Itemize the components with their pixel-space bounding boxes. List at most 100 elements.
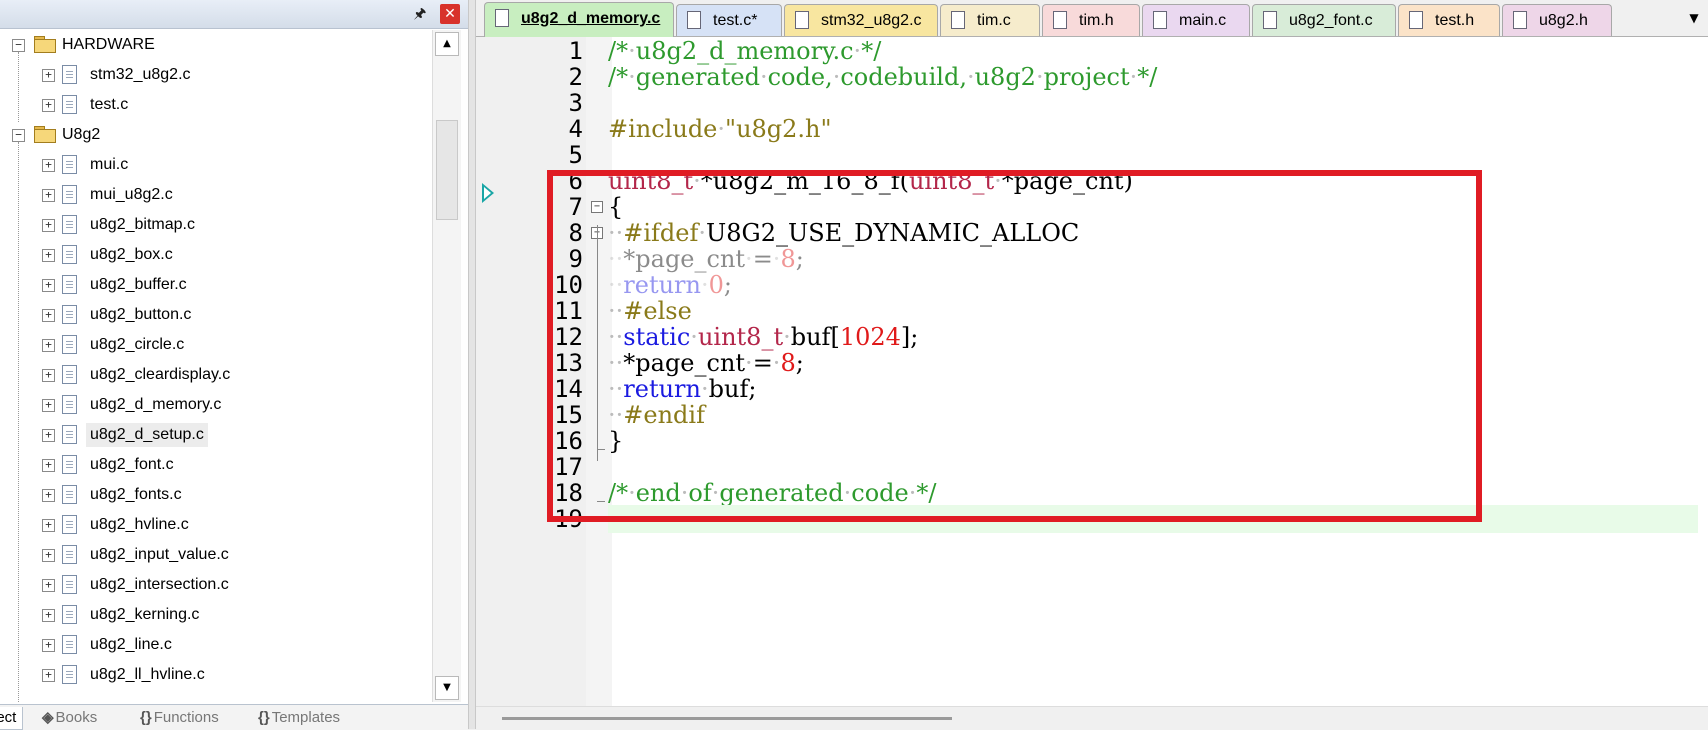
tree-file[interactable]: + stm32_u8g2.c bbox=[0, 60, 432, 90]
expand-icon[interactable]: + bbox=[42, 429, 55, 442]
expand-icon[interactable]: + bbox=[42, 189, 55, 202]
tree-connector bbox=[18, 52, 19, 122]
expand-icon[interactable]: + bbox=[42, 669, 55, 682]
expand-icon[interactable]: + bbox=[42, 489, 55, 502]
editor-tab[interactable]: tim.c bbox=[940, 4, 1040, 36]
vertical-scrollbar[interactable]: ▲ ▼ bbox=[432, 30, 461, 702]
pin-icon[interactable]: 🖈︎ bbox=[410, 4, 430, 24]
expand-icon[interactable]: + bbox=[42, 519, 55, 532]
file-icon bbox=[62, 65, 77, 84]
tree-file[interactable]: + u8g2_ll_hvline.c bbox=[0, 660, 432, 690]
tree-file[interactable]: + mui_u8g2.c bbox=[0, 180, 432, 210]
tree-item-label: u8g2_box.c bbox=[90, 246, 173, 263]
expand-icon[interactable]: + bbox=[42, 279, 55, 292]
tree-file[interactable]: + u8g2_circle.c bbox=[0, 330, 432, 360]
scroll-thumb[interactable] bbox=[436, 120, 458, 220]
line-number: 3 bbox=[568, 89, 583, 117]
editor-tab[interactable]: u8g2_font.c bbox=[1252, 4, 1396, 36]
code-line-1: /*·u8g2_d_memory.c·*/ bbox=[608, 37, 882, 65]
tab-project[interactable]: ject bbox=[0, 707, 24, 730]
expand-icon[interactable]: + bbox=[42, 459, 55, 472]
line-number-gutter: 1 2 3 4 5 6 7 8 9 10 11 12 13 14 15 16 17 18 19 bbox=[476, 37, 586, 706]
tree-file[interactable]: + u8g2_kerning.c bbox=[0, 600, 432, 630]
fold-toggle-icon[interactable]: − bbox=[591, 201, 603, 213]
editor-tab[interactable]: u8g2.h bbox=[1502, 4, 1612, 36]
tree-file[interactable]: + u8g2_input_value.c bbox=[0, 540, 432, 570]
file-icon bbox=[62, 485, 77, 504]
tree-file[interactable]: + u8g2_font.c bbox=[0, 450, 432, 480]
editor-tab-label: test.h bbox=[1435, 12, 1475, 29]
expand-icon[interactable]: + bbox=[42, 99, 55, 112]
close-icon[interactable]: ✕ bbox=[440, 4, 460, 24]
expand-icon[interactable]: + bbox=[42, 579, 55, 592]
expand-icon[interactable]: + bbox=[42, 639, 55, 652]
tree-folder[interactable]: − HARDWARE bbox=[0, 30, 432, 60]
tree-folder[interactable]: − U8g2 bbox=[0, 120, 432, 150]
line-number: 10 bbox=[554, 271, 583, 299]
tab-functions-label: Functions bbox=[153, 709, 219, 726]
line-number: 13 bbox=[554, 349, 583, 377]
editor-tab[interactable]: test.c* bbox=[676, 4, 782, 36]
tree-file[interactable]: + u8g2_buffer.c bbox=[0, 270, 432, 300]
file-icon bbox=[62, 245, 77, 264]
editor-tab[interactable]: stm32_u8g2.c bbox=[784, 4, 938, 36]
file-icon bbox=[687, 11, 701, 29]
horizontal-scrollbar[interactable] bbox=[476, 706, 1708, 730]
expand-icon[interactable]: + bbox=[42, 369, 55, 382]
tree-file[interactable]: + mui.c bbox=[0, 150, 432, 180]
expand-icon[interactable]: + bbox=[42, 339, 55, 352]
line-number: 9 bbox=[568, 245, 583, 273]
line-number: 5 bbox=[568, 141, 583, 169]
file-icon bbox=[62, 425, 77, 444]
editor-tab-label: u8g2_font.c bbox=[1289, 12, 1373, 29]
expand-icon[interactable]: + bbox=[42, 609, 55, 622]
horizontal-scroll-thumb[interactable] bbox=[502, 717, 952, 720]
tree-file[interactable]: + u8g2_intersection.c bbox=[0, 570, 432, 600]
file-icon bbox=[62, 185, 77, 204]
tree-file[interactable]: + u8g2_d_setup.c bbox=[0, 420, 432, 450]
tree-file[interactable]: + u8g2_d_memory.c bbox=[0, 390, 432, 420]
editor-tab[interactable]: tim.h bbox=[1042, 4, 1140, 36]
tree-file[interactable]: + u8g2_line.c bbox=[0, 630, 432, 660]
expand-icon[interactable]: + bbox=[42, 69, 55, 82]
expand-icon[interactable]: + bbox=[42, 219, 55, 232]
tree-file[interactable]: + u8g2_bitmap.c bbox=[0, 210, 432, 240]
tree-file[interactable]: + u8g2_button.c bbox=[0, 300, 432, 330]
tree-item-label: u8g2_button.c bbox=[90, 306, 192, 323]
file-icon bbox=[62, 605, 77, 624]
tab-functions[interactable]: {} Functions bbox=[140, 707, 219, 729]
tab-list-dropdown-icon[interactable]: ▼ bbox=[1684, 8, 1704, 28]
project-tree: − HARDWARE + stm32_u8g2.c + test.c − U8g2 + mui.c… bbox=[0, 30, 432, 702]
tree-file[interactable]: + u8g2_box.c bbox=[0, 240, 432, 270]
file-tab-bar: ▼ u8g2_d_memory.c test.c* stm32_u8g2.c tim.… bbox=[476, 0, 1708, 37]
expand-icon[interactable]: + bbox=[42, 549, 55, 562]
line-number: 17 bbox=[554, 453, 583, 481]
tree-file[interactable]: + test.c bbox=[0, 90, 432, 120]
code-editor[interactable]: 1 2 3 4 5 6 7 8 9 10 11 12 13 14 15 16 17 18 19 − − /*·u8g… bbox=[476, 37, 1708, 706]
code-line-7: { bbox=[608, 193, 624, 221]
fold-guide-end bbox=[597, 501, 605, 502]
collapse-icon[interactable]: − bbox=[12, 129, 25, 142]
tree-file[interactable]: + u8g2_fonts.c bbox=[0, 480, 432, 510]
tab-books[interactable]: ◈ Books bbox=[42, 707, 97, 729]
expand-icon[interactable]: + bbox=[42, 249, 55, 262]
tree-file[interactable]: + u8g2_hvline.c bbox=[0, 510, 432, 540]
file-icon bbox=[795, 11, 809, 29]
tab-templates-label: Templates bbox=[271, 709, 341, 726]
scroll-down-button[interactable]: ▼ bbox=[435, 676, 459, 700]
scroll-up-button[interactable]: ▲ bbox=[435, 32, 459, 56]
tree-item-label: u8g2_d_memory.c bbox=[90, 396, 222, 413]
pane-splitter[interactable] bbox=[468, 0, 476, 729]
line-number: 12 bbox=[554, 323, 583, 351]
editor-tab[interactable]: u8g2_d_memory.c bbox=[484, 2, 674, 37]
tree-file[interactable]: + u8g2_cleardisplay.c bbox=[0, 360, 432, 390]
tab-templates[interactable]: {} Templates bbox=[258, 707, 340, 729]
editor-tab[interactable]: main.c bbox=[1142, 4, 1250, 36]
expand-icon[interactable]: + bbox=[42, 309, 55, 322]
expand-icon[interactable]: + bbox=[42, 399, 55, 412]
file-icon bbox=[62, 575, 77, 594]
collapse-icon[interactable]: − bbox=[12, 39, 25, 52]
expand-icon[interactable]: + bbox=[42, 159, 55, 172]
editor-tab[interactable]: test.h bbox=[1398, 4, 1500, 36]
code-line-9: ··*page_cnt·=·8; bbox=[608, 245, 804, 273]
